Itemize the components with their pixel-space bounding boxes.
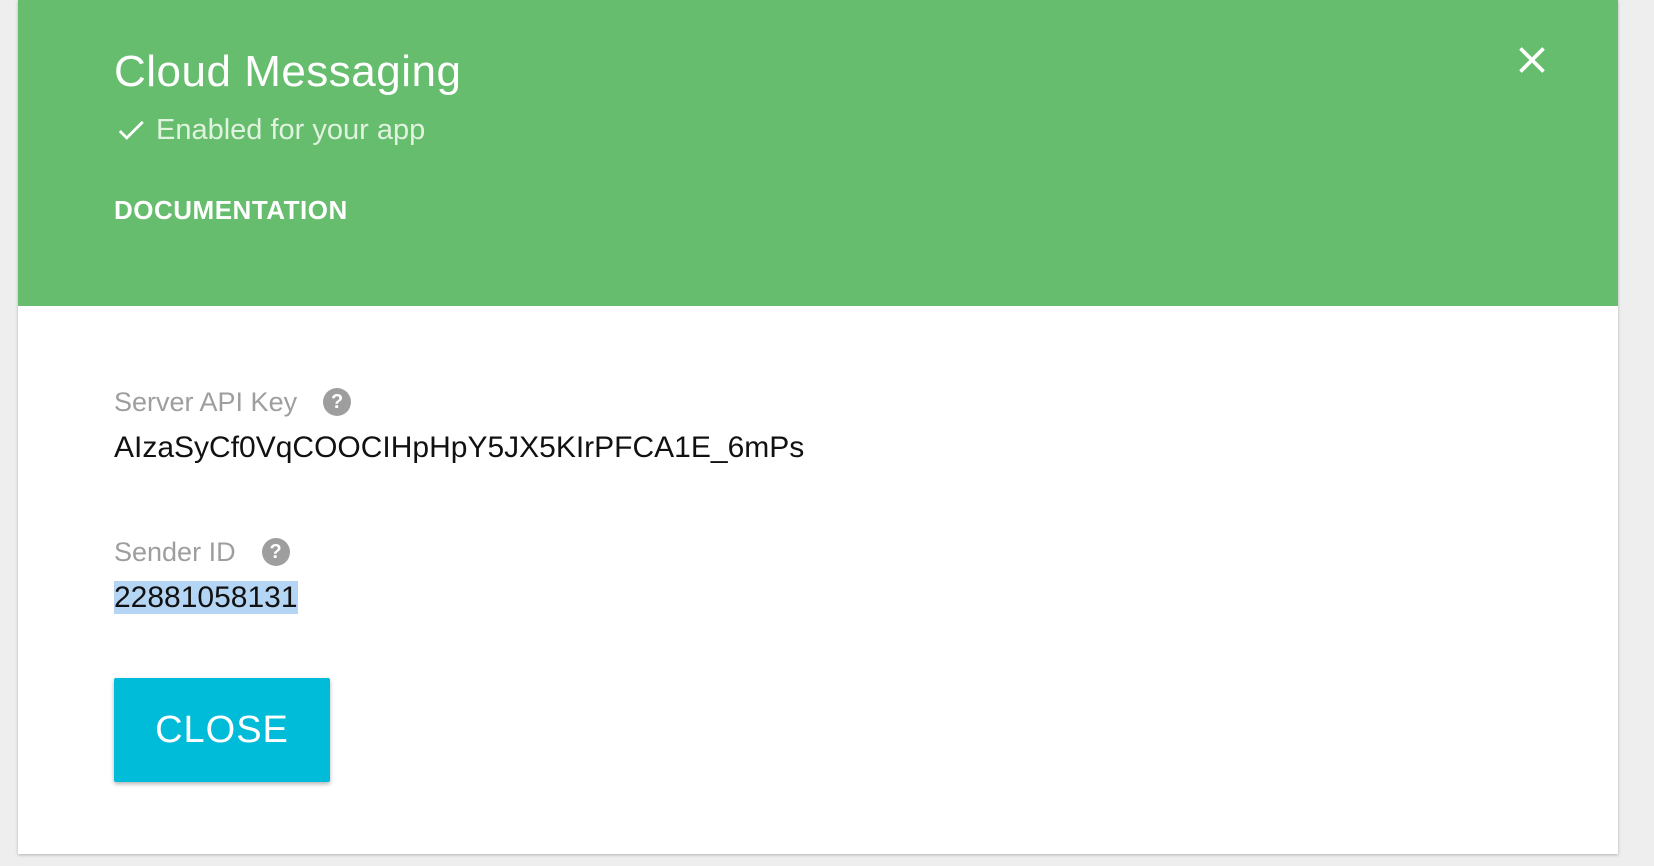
cloud-messaging-dialog: Cloud Messaging Enabled for your app DOC… [18,0,1618,854]
server-api-key-value[interactable]: AIzaSyCf0VqCOOCIHpHpY5JX5KIrPFCA1E_6mPs [114,430,804,466]
sender-id-label-row: Sender ID ? [114,536,290,568]
server-api-key-label: Server API Key [114,387,298,417]
help-icon[interactable]: ? [261,538,290,566]
server-api-key-label-row: Server API Key ? [114,386,352,418]
sender-id-value[interactable]: 22881058131 [114,580,298,616]
documentation-link[interactable]: DOCUMENTATION [114,194,348,226]
status-text: Enabled for your app [156,114,426,146]
help-icon[interactable]: ? [323,388,352,416]
sender-id-label: Sender ID [114,537,236,567]
close-icon[interactable] [1510,38,1554,82]
close-button[interactable]: CLOSE [114,678,330,782]
sender-id-selected-text[interactable]: 22881058131 [114,581,298,614]
dialog-header: Cloud Messaging Enabled for your app DOC… [18,0,1618,306]
dialog-title: Cloud Messaging [114,47,462,96]
status-row: Enabled for your app [114,113,425,147]
check-icon [118,120,144,140]
